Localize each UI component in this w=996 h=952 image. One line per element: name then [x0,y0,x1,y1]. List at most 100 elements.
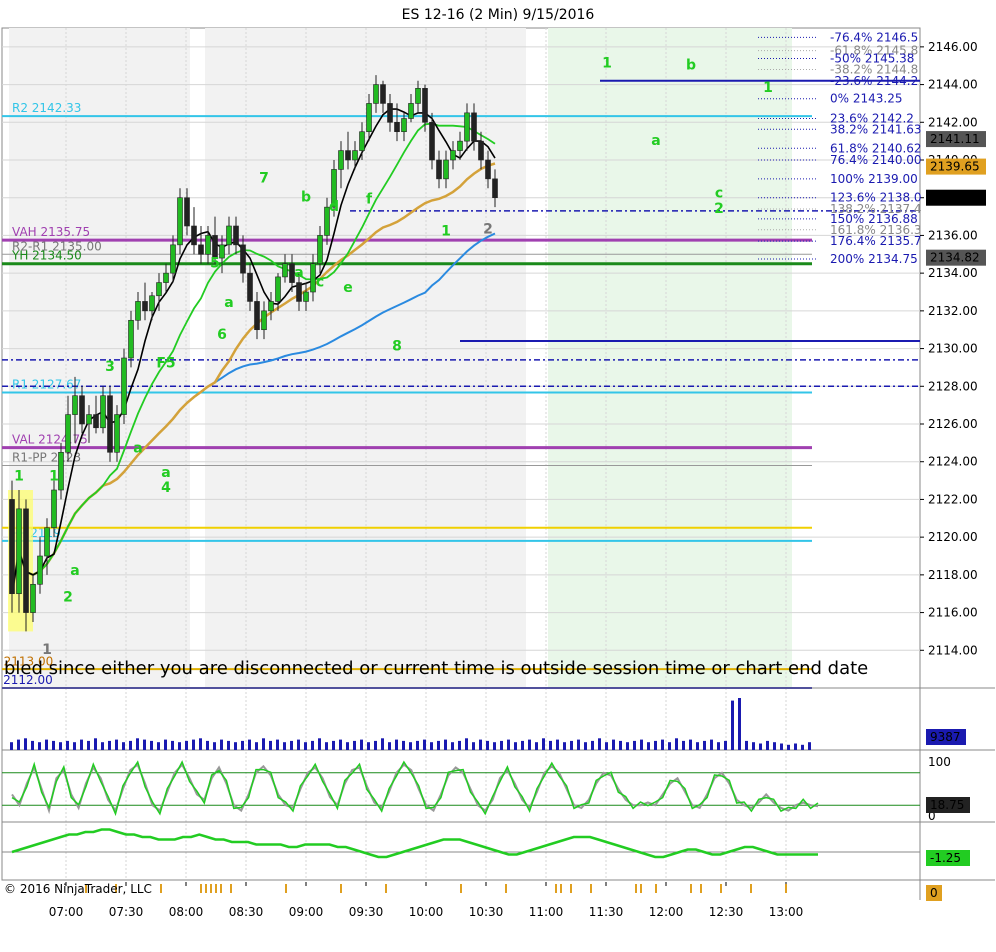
volume-bar [556,739,559,750]
candle-body [163,272,169,283]
volume-bar [661,739,664,750]
candle-body [170,244,176,274]
volume-bar [745,740,748,750]
volume-bar [584,742,587,750]
volume-bar [752,742,755,750]
candle-body [205,235,211,255]
price-level-label: VAH 2135.75 [12,225,90,239]
volume-bar [437,740,440,750]
candle-body [282,263,288,278]
y-tick-label: 2120.00 [928,530,978,544]
event-marker [560,884,562,893]
wave-label: 1 [14,469,24,485]
volume-bar [507,739,510,750]
volume-bar [766,740,769,750]
event-marker [700,884,702,893]
volume-bar [780,743,783,750]
candle-body [114,414,120,453]
volume-bar [150,740,153,750]
candle-body [44,527,50,557]
wave-label: b [686,57,696,73]
volume-bar [129,740,132,750]
candle-body [464,112,470,142]
wave-label: a [294,265,303,281]
candle-body [107,395,113,453]
volume-bar [227,740,230,750]
candle-body [317,235,323,265]
event-marker [720,884,722,893]
y-tick-label: 2144.00 [928,78,978,92]
volume-bar [395,739,398,750]
candle-body [436,159,442,180]
momentum-line [11,828,818,859]
volume-bar [500,740,503,750]
candle-body [471,112,477,142]
volume-bar [528,739,531,750]
candle-body [58,451,64,491]
candle-body [387,103,393,123]
volume-bar [703,740,706,750]
volume-bar [304,742,307,750]
event-marker [655,884,657,893]
event-marker [505,884,507,893]
volume-bar [248,739,251,750]
y-tick-label: 2118.00 [928,568,978,582]
y-tick-label: 2130.00 [928,342,978,356]
candle-body [352,150,358,161]
candle-body [450,150,456,161]
y-tick-label: 2126.00 [928,417,978,431]
volume-bar [241,740,244,750]
volume-bar [297,739,300,750]
candle-body [93,414,99,429]
copyright-text: © 2016 NinjaTrader, LLC [4,882,152,896]
y-tick-label: 2116.00 [928,606,978,620]
volume-bar [353,740,356,750]
volume-bar [549,740,552,750]
wave-label: 2 [63,589,73,605]
candle-body [247,272,253,302]
candle-body [303,291,309,302]
event-marker [220,884,222,893]
fib-level-label: 76.4% 2140.00 [830,153,922,167]
volume-bar [52,740,55,750]
volume-bar [465,738,468,750]
volume-bar [381,738,384,750]
y-tick-label: 2124.00 [928,455,978,469]
volume-bar [269,740,272,750]
wave-label: 4 [161,480,171,496]
volume-bar [731,700,734,750]
candle-body [366,103,372,133]
chart-canvas[interactable]: ES 12-16 (2 Min) 9/15/2016 2114.00 2116.00… [0,0,996,952]
volume-bar [514,742,517,750]
candle-body [240,244,246,274]
event-marker [640,884,642,893]
y-tick-label: 2136.00 [928,228,978,242]
volume-bar [157,742,160,750]
event-marker [635,884,637,893]
volume-bar [388,742,391,750]
candle-body [198,244,204,255]
candle-body [156,282,162,297]
volume-bar [682,740,685,750]
stoch-tick-label: 100 [928,755,951,769]
candle-body [177,197,183,246]
wave-label: e [343,280,353,296]
wave-label: d [329,199,339,215]
time-tick-label: 12:30 [709,905,744,919]
candle-body [30,583,36,613]
volume-bar [626,742,629,750]
volume-bar [402,740,405,750]
volume-bar [535,742,538,750]
wave-label: 1 [441,223,451,239]
candle-body [415,88,421,104]
candle-body [37,555,43,585]
volume-bar [94,738,97,750]
candle-body [135,301,141,321]
event-marker [385,884,387,893]
price-level-label: YH 2134.50 [11,249,82,263]
volume-bar [262,738,265,750]
volume-bar [374,740,377,750]
stoch-slow-line [11,762,819,815]
volume-bar [472,742,475,750]
event-marker [690,884,692,893]
